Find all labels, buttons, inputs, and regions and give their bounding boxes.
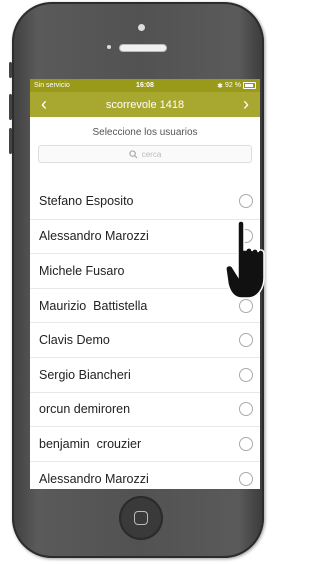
status-bar: Sin servicio 16:08 ✱ 92 %	[30, 79, 260, 92]
list-item[interactable]: Alessandro Marozzi	[30, 460, 260, 489]
radio-button[interactable]	[239, 333, 253, 348]
list-item[interactable]: orcun demiroren	[30, 391, 260, 427]
user-name: benjamin crouzier	[39, 436, 142, 451]
volume-down-button	[9, 128, 12, 154]
chevron-right-icon[interactable]: ›	[236, 92, 256, 117]
user-name: Alessandro Marozzi	[39, 471, 149, 486]
home-button[interactable]	[119, 496, 163, 540]
clock: 16:08	[136, 82, 154, 89]
user-name: Alessandro Marozzi	[39, 229, 149, 244]
search-placeholder: cerca	[141, 149, 162, 159]
section-heading: Seleccione los usuarios	[92, 127, 198, 138]
radio-button[interactable]	[239, 367, 253, 382]
radio-button[interactable]	[239, 194, 253, 209]
earpiece-speaker	[119, 44, 167, 52]
user-name: Stefano Esposito	[39, 194, 134, 209]
list-item[interactable]: Stefano Esposito	[30, 184, 260, 219]
user-name: orcun demiroren	[39, 402, 131, 417]
user-name: Maurizio Battistella	[39, 298, 148, 313]
user-name: Clavis Demo	[39, 333, 110, 348]
radio-button[interactable]	[239, 298, 253, 313]
radio-button[interactable]	[239, 436, 253, 451]
user-name: Sergio Biancheri	[39, 367, 131, 382]
home-button-icon	[134, 511, 148, 525]
navigation-bar: ‹ scorrevole 1418 ›	[30, 92, 260, 117]
mute-switch	[9, 62, 12, 78]
radio-button[interactable]	[239, 402, 253, 417]
sensor	[107, 45, 111, 49]
volume-up-button	[9, 94, 12, 120]
search-input[interactable]: cerca	[38, 145, 252, 163]
battery-icon	[243, 82, 256, 89]
chevron-left-icon[interactable]: ‹	[34, 92, 54, 117]
pointing-hand-icon	[225, 220, 265, 299]
front-camera	[138, 24, 145, 31]
search-icon	[129, 149, 138, 159]
page-title: scorrevole 1418	[105, 98, 185, 111]
user-name: Michele Fusaro	[39, 263, 125, 278]
list-item[interactable]: Sergio Biancheri	[30, 356, 260, 392]
radio-button[interactable]	[239, 471, 253, 486]
list-item[interactable]: Clavis Demo	[30, 322, 260, 357]
list-item[interactable]: benjamin crouzier	[30, 426, 260, 461]
